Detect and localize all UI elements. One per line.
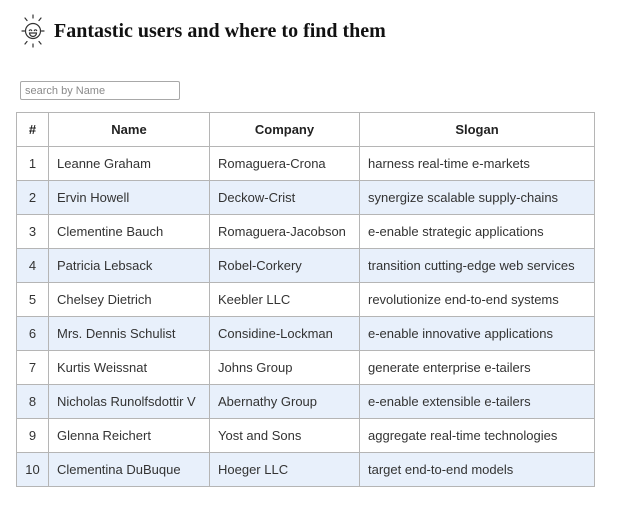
cell-company: Hoeger LLC [209, 452, 360, 487]
table-row: 8 Nicholas Runolfsdottir V Abernathy Gro… [16, 384, 595, 419]
cell-company: Deckow-Crist [209, 180, 360, 215]
cell-company: Romaguera-Jacobson [209, 214, 360, 249]
cell-name: Leanne Graham [48, 146, 210, 181]
page-title: Fantastic users and where to find them [54, 20, 386, 42]
cell-company: Robel-Corkery [209, 248, 360, 283]
table-row: 1 Leanne Graham Romaguera-Crona harness … [16, 146, 595, 181]
page-header: Fantastic users and where to find them [20, 14, 386, 48]
cell-name: Patricia Lebsack [48, 248, 210, 283]
cell-slogan: target end-to-end models [359, 452, 595, 487]
cell-name: Nicholas Runolfsdottir V [48, 384, 210, 419]
table-row: 9 Glenna Reichert Yost and Sons aggregat… [16, 418, 595, 453]
table-row: 6 Mrs. Dennis Schulist Considine-Lockman… [16, 316, 595, 351]
cell-name: Kurtis Weissnat [48, 350, 210, 385]
cell-name: Ervin Howell [48, 180, 210, 215]
cell-company: Romaguera-Crona [209, 146, 360, 181]
cell-slogan: synergize scalable supply-chains [359, 180, 595, 215]
cell-company: Abernathy Group [209, 384, 360, 419]
cell-id: 7 [16, 350, 49, 385]
cell-name: Glenna Reichert [48, 418, 210, 453]
cell-id: 6 [16, 316, 49, 351]
table-row: 3 Clementine Bauch Romaguera-Jacobson e-… [16, 214, 595, 249]
cell-name: Clementina DuBuque [48, 452, 210, 487]
cell-company: Yost and Sons [209, 418, 360, 453]
cell-name: Clementine Bauch [48, 214, 210, 249]
column-header-slogan: Slogan [359, 112, 595, 147]
cell-id: 10 [16, 452, 49, 487]
cell-company: Keebler LLC [209, 282, 360, 317]
cell-id: 5 [16, 282, 49, 317]
cell-id: 2 [16, 180, 49, 215]
cell-id: 8 [16, 384, 49, 419]
table-header-row: # Name Company Slogan [16, 112, 595, 147]
cell-id: 4 [16, 248, 49, 283]
cell-name: Chelsey Dietrich [48, 282, 210, 317]
cell-slogan: harness real-time e-markets [359, 146, 595, 181]
cell-slogan: transition cutting-edge web services [359, 248, 595, 283]
cell-slogan: generate enterprise e-tailers [359, 350, 595, 385]
smiley-sun-icon [21, 14, 45, 48]
cell-company: Considine-Lockman [209, 316, 360, 351]
search-input[interactable] [20, 81, 180, 100]
column-header-company: Company [209, 112, 360, 147]
cell-slogan: e-enable innovative applications [359, 316, 595, 351]
cell-id: 1 [16, 146, 49, 181]
table-row: 10 Clementina DuBuque Hoeger LLC target … [16, 452, 595, 487]
cell-name: Mrs. Dennis Schulist [48, 316, 210, 351]
cell-slogan: e-enable strategic applications [359, 214, 595, 249]
column-header-id: # [16, 112, 49, 147]
cell-company: Johns Group [209, 350, 360, 385]
table-row: 4 Patricia Lebsack Robel-Corkery transit… [16, 248, 595, 283]
cell-slogan: e-enable extensible e-tailers [359, 384, 595, 419]
column-header-name: Name [48, 112, 210, 147]
table-row: 2 Ervin Howell Deckow-Crist synergize sc… [16, 180, 595, 215]
table-row: 7 Kurtis Weissnat Johns Group generate e… [16, 350, 595, 385]
cell-id: 9 [16, 418, 49, 453]
cell-slogan: revolutionize end-to-end systems [359, 282, 595, 317]
cell-id: 3 [16, 214, 49, 249]
cell-slogan: aggregate real-time technologies [359, 418, 595, 453]
table-row: 5 Chelsey Dietrich Keebler LLC revolutio… [16, 282, 595, 317]
users-table: # Name Company Slogan 1 Leanne Graham Ro… [16, 112, 595, 487]
